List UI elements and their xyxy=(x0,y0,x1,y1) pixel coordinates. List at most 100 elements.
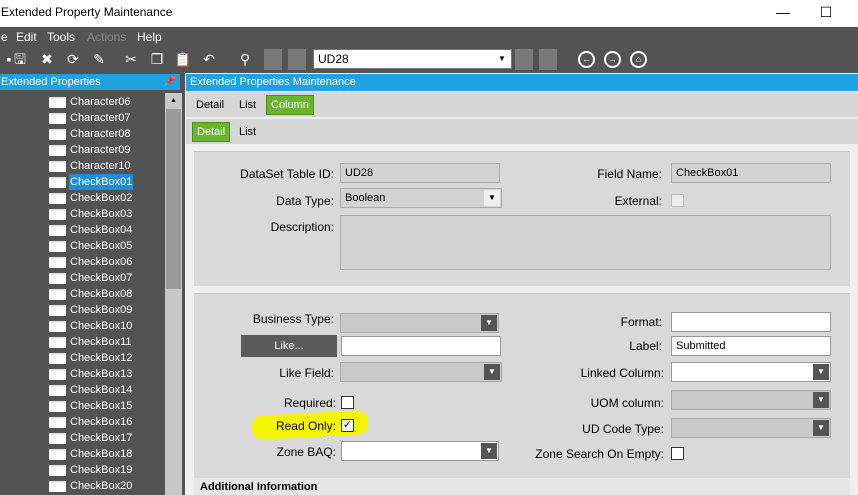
menu-file[interactable]: e xyxy=(1,30,8,44)
chevron-down-icon[interactable]: ▼ xyxy=(484,364,500,380)
tab-column[interactable]: Column xyxy=(266,95,314,115)
tree-item[interactable]: CheckBox02 xyxy=(49,190,169,206)
tree-item[interactable]: Character07 xyxy=(49,110,169,126)
first-record-button[interactable] xyxy=(264,49,282,70)
datatype-select[interactable]: Boolean ▼ xyxy=(340,188,502,208)
dataset-field[interactable]: UD28 xyxy=(340,163,500,183)
zonebaq-select[interactable]: ▼ xyxy=(341,441,499,461)
businesstype-label: Business Type: xyxy=(252,312,334,326)
linkedcolumn-select[interactable]: ▼ xyxy=(671,362,831,382)
subtab-list[interactable]: List xyxy=(235,122,260,142)
like-button[interactable]: Like... xyxy=(241,335,337,357)
external-label: External: xyxy=(614,194,662,208)
tree-item[interactable]: CheckBox17 xyxy=(49,430,169,446)
tree-item[interactable]: Character06 xyxy=(49,94,169,110)
chevron-down-icon[interactable]: ▼ xyxy=(484,190,500,206)
refresh-icon[interactable]: ⟳ xyxy=(64,50,82,68)
window-title: Extended Property Maintenance xyxy=(1,5,173,19)
udcodetype-select[interactable]: ▼ xyxy=(671,418,831,438)
tree-item[interactable]: CheckBox11 xyxy=(49,334,169,350)
fieldname-field[interactable]: CheckBox01 xyxy=(671,163,831,183)
prev-record-button[interactable] xyxy=(288,49,306,70)
tree-item[interactable]: Character08 xyxy=(49,126,169,142)
linkedcolumn-label: Linked Column: xyxy=(580,366,664,380)
tree-item[interactable]: CheckBox05 xyxy=(49,238,169,254)
businesstype-select[interactable]: ▼ xyxy=(340,313,499,333)
tab-list[interactable]: List xyxy=(235,95,260,115)
chevron-down-icon[interactable]: ▼ xyxy=(813,364,829,380)
field-icon xyxy=(49,417,66,428)
tree-item[interactable]: CheckBox01 xyxy=(49,174,169,190)
menu-edit[interactable]: Edit xyxy=(16,30,37,44)
tree-item[interactable]: CheckBox18 xyxy=(49,446,169,462)
tree-item[interactable]: CheckBox10 xyxy=(49,318,169,334)
zonesearch-checkbox[interactable] xyxy=(671,447,684,460)
menu-actions[interactable]: Actions xyxy=(87,30,126,44)
maximize-button[interactable]: ☐ xyxy=(816,1,836,23)
delete-icon[interactable]: ✖ xyxy=(38,50,56,68)
home-icon[interactable]: ⌂ xyxy=(630,51,647,68)
subtab-detail[interactable]: Detail xyxy=(192,122,231,142)
uomcolumn-select[interactable]: ▼ xyxy=(671,390,831,410)
scroll-up-icon[interactable]: ▲ xyxy=(165,93,182,108)
tree-scrollbar[interactable]: ▲ xyxy=(165,93,182,495)
menu-help[interactable]: Help xyxy=(137,30,162,44)
field-icon xyxy=(49,225,66,236)
tree-item[interactable]: Character10 xyxy=(49,158,169,174)
cut-icon[interactable]: ✂ xyxy=(122,50,140,68)
tree-item[interactable]: CheckBox09 xyxy=(49,302,169,318)
tree-item[interactable]: CheckBox08 xyxy=(49,286,169,302)
chevron-down-icon[interactable]: ▼ xyxy=(481,315,497,331)
format-field[interactable] xyxy=(671,312,831,332)
like-field[interactable] xyxy=(341,336,501,356)
description-label: Description: xyxy=(270,220,334,234)
tree-item[interactable]: CheckBox07 xyxy=(49,270,169,286)
tree-item[interactable]: Character09 xyxy=(49,142,169,158)
menu-bar: e Edit Tools Actions Help xyxy=(0,27,858,46)
pin-icon[interactable]: 📌 xyxy=(164,74,176,90)
tree-item[interactable]: CheckBox19 xyxy=(49,462,169,478)
search-icon[interactable]: ⚲ xyxy=(236,50,254,68)
label-field[interactable]: Submitted xyxy=(671,336,831,356)
paste-icon[interactable]: 📋 xyxy=(174,50,192,68)
tree-item[interactable]: CheckBox06 xyxy=(49,254,169,270)
chevron-down-icon[interactable]: ▼ xyxy=(813,392,829,408)
external-checkbox[interactable] xyxy=(671,194,684,207)
last-record-button[interactable] xyxy=(539,49,557,70)
tree-item[interactable]: CheckBox14 xyxy=(49,382,169,398)
tree-item[interactable]: CheckBox03 xyxy=(49,206,169,222)
undo-icon[interactable]: ↶ xyxy=(200,50,218,68)
field-icon xyxy=(49,193,66,204)
next-record-button[interactable] xyxy=(515,49,533,70)
toolbar: ▪ 🖫 ✖ ⟳ ✎ ✂ ❐ 📋 ↶ ⚲ UD28 ▼ ← → ⌂ xyxy=(0,46,858,73)
required-checkbox[interactable] xyxy=(341,396,354,409)
tree-item[interactable]: CheckBox15 xyxy=(49,398,169,414)
menu-tools[interactable]: Tools xyxy=(47,30,75,44)
key-combo[interactable]: UD28 ▼ xyxy=(313,49,512,69)
clear-icon[interactable]: ✎ xyxy=(90,50,108,68)
minimize-button[interactable]: — xyxy=(773,1,793,23)
top-tab-row: Detail List Column xyxy=(186,92,858,117)
tree-item-label: CheckBox05 xyxy=(70,240,133,252)
back-icon[interactable]: ← xyxy=(578,51,595,68)
description-field[interactable] xyxy=(340,215,831,270)
forward-icon[interactable]: → xyxy=(604,51,621,68)
tree-item[interactable]: CheckBox16 xyxy=(49,414,169,430)
chevron-down-icon[interactable]: ▼ xyxy=(481,443,497,459)
save-icon[interactable]: 🖫 xyxy=(11,50,29,68)
tree-item[interactable]: CheckBox20 xyxy=(49,478,169,494)
field-icon xyxy=(49,273,66,284)
scroll-thumb[interactable] xyxy=(166,109,181,289)
readonly-checkbox[interactable]: ✓ xyxy=(341,419,354,432)
tree-item[interactable]: CheckBox12 xyxy=(49,350,169,366)
format-label: Format: xyxy=(620,315,662,329)
field-icon xyxy=(49,161,66,172)
tree-item[interactable]: CheckBox13 xyxy=(49,366,169,382)
tree-item-label: Character10 xyxy=(70,160,131,172)
copy-icon[interactable]: ❐ xyxy=(148,50,166,68)
likefield-select[interactable]: ▼ xyxy=(340,362,502,382)
chevron-down-icon[interactable]: ▼ xyxy=(495,51,509,67)
tab-detail[interactable]: Detail xyxy=(192,95,228,115)
tree-item[interactable]: CheckBox04 xyxy=(49,222,169,238)
chevron-down-icon[interactable]: ▼ xyxy=(813,420,829,436)
